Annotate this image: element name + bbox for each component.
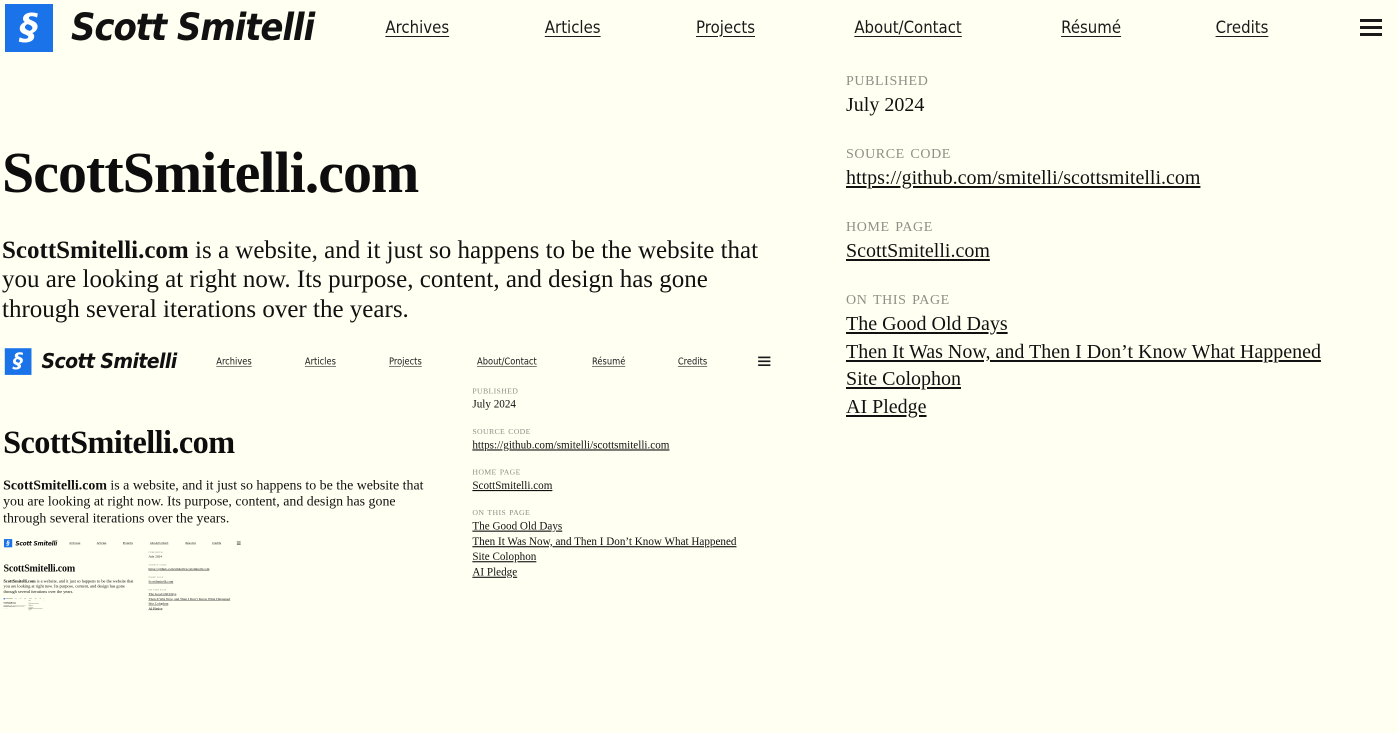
intro-lead-bold: ScottSmitelli.com — [3, 478, 107, 494]
nav-item-articles[interactable]: Articles — [97, 542, 107, 545]
page-root: § Scott Smitelli Archives Articles Proje… — [0, 0, 1398, 733]
nav-item-archives[interactable]: Archives — [386, 18, 450, 38]
section-sign-logo-icon[interactable]: § — [3, 539, 13, 548]
nav-item-credits[interactable]: Credits — [678, 356, 707, 367]
page-content: ScottSmitelli.com ScottSmitelli.com is a… — [3, 600, 44, 611]
main-nav: Archives Articles Projects About/Contact… — [214, 356, 779, 367]
brand-name[interactable]: Scott Smitelli — [15, 540, 57, 547]
page-content: ScottSmitelli.com ScottSmitelli.com is a… — [2, 377, 779, 665]
nav-item-resume[interactable]: Résumé — [592, 356, 625, 367]
nav-item-projects[interactable]: Projects — [696, 18, 755, 38]
hamburger-icon[interactable] — [758, 356, 771, 367]
main-column: ScottSmitelli.com ScottSmitelli.com is a… — [3, 548, 139, 621]
page-title: ScottSmitelli.com — [2, 140, 419, 205]
brand[interactable]: § Scott Smitelli — [2, 348, 188, 376]
nav-item-credits[interactable]: Credits — [1216, 18, 1269, 38]
nav-item-projects[interactable]: Projects — [123, 542, 133, 545]
hamburger-icon[interactable] — [236, 542, 241, 546]
nav-item-about-contact[interactable]: About/Contact — [477, 356, 537, 367]
nav-item-resume[interactable]: Résumé — [1061, 18, 1121, 38]
nested-page: § Scott Smitelli Archives Articles Proje… — [2, 346, 780, 733]
nested-page: § Scott Smitelli Archives Articles Proje… — [3, 538, 244, 665]
brand[interactable]: § Scott Smitelli — [3, 539, 61, 548]
site-header: § Scott Smitelli Archives Articles Proje… — [0, 0, 1398, 55]
intro-lead-bold: ScottSmitelli.com — [2, 236, 189, 264]
nested-page-level-2: § Scott Smitelli Archives Articles Proje… — [3, 538, 244, 665]
nav-item-about-contact[interactable]: About/Contact — [854, 18, 961, 38]
brand-name[interactable]: Scott Smitelli — [41, 350, 177, 374]
intro-paragraph: ScottSmitelli.com is a website, and it j… — [3, 478, 441, 527]
site-header: § Scott Smitelli Archives Articles Proje… — [2, 346, 779, 377]
nav-item-archives[interactable]: Archives — [216, 356, 251, 367]
page-content: ScottSmitelli.com ScottSmitelli.com is a… — [0, 55, 1398, 733]
nav-item-about-contact[interactable]: About/Contact — [150, 542, 168, 545]
main-column: ScottSmitelli.com ScottSmitelli.com is a… — [3, 600, 26, 611]
main-column: ScottSmitelli.com ScottSmitelli.com is a… — [0, 55, 790, 733]
nested-page-level-4: § Scott Smitelli Archives Articles Proje… — [3, 608, 8, 611]
nav-item-projects[interactable]: Projects — [389, 356, 422, 367]
main-nav: Archives Articles Projects About/Contact… — [381, 18, 1398, 38]
nav-item-articles[interactable]: Articles — [305, 356, 336, 367]
recursive-screenshot: § Scott Smitelli Archives Articles Proje… — [3, 538, 244, 665]
nested-page-level-3: § Scott Smitelli Archives Articles Proje… — [3, 598, 45, 621]
nested-page-level-1: § Scott Smitelli Archives Articles Proje… — [2, 346, 780, 733]
brand-name[interactable]: Scott Smitelli — [71, 6, 315, 49]
intro-paragraph: ScottSmitelli.com is a website, and it j… — [3, 580, 138, 595]
nav-item-resume[interactable]: Résumé — [185, 542, 195, 545]
page-content: ScottSmitelli.com ScottSmitelli.com is a… — [3, 609, 8, 610]
brand[interactable]: § Scott Smitelli — [0, 3, 335, 52]
recursive-screenshot: § Scott Smitelli Archives Articles Proje… — [3, 598, 45, 621]
page-content: ScottSmitelli.com ScottSmitelli.com is a… — [3, 548, 243, 621]
nav-item-archives[interactable]: Archives — [69, 542, 80, 545]
nav-item-credits[interactable]: Credits — [212, 542, 221, 545]
recursive-screenshot: § Scott Smitelli Archives Articles Proje… — [3, 608, 8, 611]
section-sign-logo-icon[interactable]: § — [4, 348, 32, 376]
hamburger-icon[interactable] — [1359, 19, 1382, 36]
page-title: ScottSmitelli.com — [3, 563, 76, 575]
main-nav: Archives Articles Projects About/Contact… — [69, 542, 244, 545]
main-column: ScottSmitelli.com ScottSmitelli.com is a… — [2, 377, 441, 665]
page-title: ScottSmitelli.com — [3, 424, 235, 461]
nested-page: § Scott Smitelli Archives Articles Proje… — [3, 608, 8, 611]
intro-paragraph: ScottSmitelli.com is a website, and it j… — [2, 236, 790, 325]
nav-item-articles[interactable]: Articles — [545, 18, 601, 38]
section-sign-logo-icon[interactable]: § — [5, 3, 53, 52]
recursive-screenshot: § Scott Smitelli Archives Articles Proje… — [2, 346, 780, 733]
nested-page: § Scott Smitelli Archives Articles Proje… — [3, 598, 45, 621]
